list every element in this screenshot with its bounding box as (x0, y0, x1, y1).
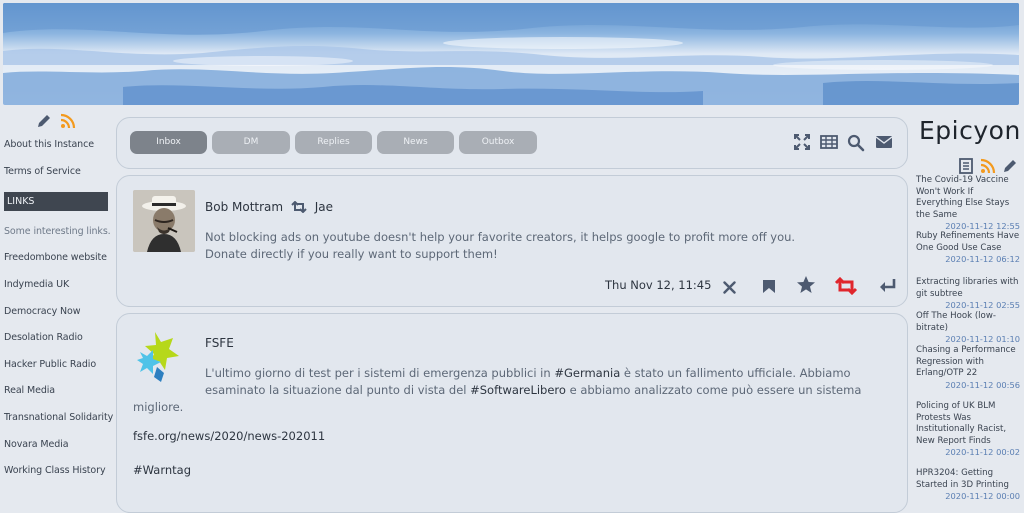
hashtag-link[interactable]: #Warntag (133, 463, 191, 477)
post-text-segment: esaminato la situazione dal punto di vis… (205, 383, 471, 397)
link-novara-media[interactable]: Novara Media (4, 439, 69, 450)
newswire-title[interactable]: Policing of UK BLM Protests Was Institut… (916, 401, 1020, 447)
link-desolation-radio[interactable]: Desolation Radio (4, 332, 83, 343)
newswire-title[interactable]: The Covid-19 Vaccine Won't Work If Every… (916, 175, 1020, 221)
newswire-item[interactable]: HPR3204: Getting Started in 3D Printing … (916, 468, 1020, 503)
newswire-item[interactable]: Chasing a Performance Regression with Er… (916, 345, 1020, 391)
about-instance-link[interactable]: About this Instance (4, 139, 94, 150)
link-freedombone[interactable]: Freedombone website (4, 252, 107, 263)
tab-outbox[interactable]: Outbox (459, 131, 537, 154)
newswire-title[interactable]: Ruby Refinements Have One Good Use Case (916, 231, 1020, 254)
boost-action-icon[interactable] (834, 276, 858, 299)
post-author[interactable]: Bob Mottram Jae (205, 200, 333, 216)
post-text-line: Not blocking ads on youtube doesn't help… (205, 230, 796, 244)
link-real-media[interactable]: Real Media (4, 385, 55, 396)
post-card: FSFE L'ultimo giorno di test per i siste… (116, 313, 908, 513)
tab-replies[interactable]: Replies (295, 131, 372, 154)
newswire-title[interactable]: Chasing a Performance Regression with Er… (916, 345, 1020, 380)
search-icon[interactable] (847, 134, 865, 156)
links-subtitle: Some interesting links. (4, 226, 111, 237)
pencil-icon[interactable] (36, 113, 52, 129)
post-card: Bob Mottram Jae Not blocking ads on yout… (116, 175, 908, 307)
link-working-class-history[interactable]: Working Class History (4, 465, 106, 476)
boost-icon (291, 200, 307, 216)
link-transnational-solidarity[interactable]: Transnational Solidarity (4, 412, 113, 423)
newswire-date: 2020-11-12 01:10 (945, 334, 1020, 344)
link-hacker-public-radio[interactable]: Hacker Public Radio (4, 359, 96, 370)
fullscreen-icon[interactable] (794, 134, 810, 154)
post-text-segment: e abbiamo analizzato come può essere un … (565, 383, 862, 397)
post-text-line: migliore. (133, 400, 184, 414)
post-date[interactable]: Thu Nov 12, 11:45 (605, 278, 711, 292)
avatar[interactable] (137, 330, 191, 390)
newswire-item[interactable]: Extracting libraries with git subtree 20… (916, 277, 1020, 312)
post-text-segment: L'ultimo giorno di test per i sistemi di… (205, 366, 555, 380)
links-header: LINKS (4, 192, 108, 211)
hashtag-link[interactable]: #SoftwareLibero (470, 383, 566, 397)
newswire-date: 2020-11-12 00:00 (945, 491, 1020, 501)
link-indymedia[interactable]: Indymedia UK (4, 279, 69, 290)
author-name[interactable]: Bob Mottram (205, 200, 283, 214)
post-link[interactable]: fsfe.org/news/2020/news-202011 (133, 429, 325, 443)
post-text-line: L'ultimo giorno di test per i sistemi di… (205, 365, 851, 382)
newswire-title[interactable]: Extracting libraries with git subtree (916, 277, 1020, 300)
terms-of-service-link[interactable]: Terms of Service (4, 166, 81, 177)
bookmark-icon[interactable] (762, 279, 776, 298)
tab-dm[interactable]: DM (212, 131, 290, 154)
tab-news[interactable]: News (377, 131, 454, 154)
right-column: Epicyon The Covid-19 Vaccine Won't Work … (912, 110, 1024, 501)
tab-inbox[interactable]: Inbox (130, 131, 207, 154)
post-author[interactable]: FSFE (205, 336, 234, 350)
avatar[interactable] (133, 190, 195, 252)
reply-icon[interactable] (878, 278, 896, 298)
banner-image (3, 3, 1019, 105)
timeline-tab-bar: Inbox DM Replies News Outbox (116, 117, 908, 169)
post-text-line: Donate directly if you really want to su… (205, 247, 498, 261)
newswire-title[interactable]: Off The Hook (low-bitrate) (916, 311, 1020, 334)
rss-icon[interactable] (60, 113, 76, 129)
left-column: About this Instance Terms of Service LIN… (0, 110, 113, 494)
post-text-segment: è stato un fallimento ufficiale. Abbiamo (620, 366, 851, 380)
link-democracy-now[interactable]: Democracy Now (4, 306, 81, 317)
close-icon[interactable] (723, 279, 736, 298)
newswire-title[interactable]: HPR3204: Getting Started in 3D Printing (916, 468, 1020, 491)
site-title[interactable]: Epicyon (919, 116, 1021, 145)
mail-icon[interactable] (875, 134, 893, 154)
boosted-by-name[interactable]: Jae (315, 200, 333, 214)
newswire-item[interactable]: The Covid-19 Vaccine Won't Work If Every… (916, 175, 1020, 233)
newswire-date: 2020-11-12 00:56 (945, 379, 1020, 390)
hashtag-link[interactable]: #Germania (554, 366, 620, 380)
newswire-date: 2020-11-12 06:12 (945, 254, 1020, 264)
newswire-item[interactable]: Policing of UK BLM Protests Was Institut… (916, 401, 1020, 459)
newswire-item[interactable]: Off The Hook (low-bitrate) 2020-11-12 01… (916, 311, 1020, 346)
newswire-date: 2020-11-12 02:55 (945, 300, 1020, 310)
calendar-icon[interactable] (820, 134, 838, 154)
newswire-item[interactable]: Ruby Refinements Have One Good Use Case … (916, 231, 1020, 266)
star-icon[interactable] (796, 275, 816, 299)
post-text-line: esaminato la situazione dal punto di vis… (205, 382, 861, 399)
newswire-date: 2020-11-12 00:02 (945, 447, 1020, 457)
